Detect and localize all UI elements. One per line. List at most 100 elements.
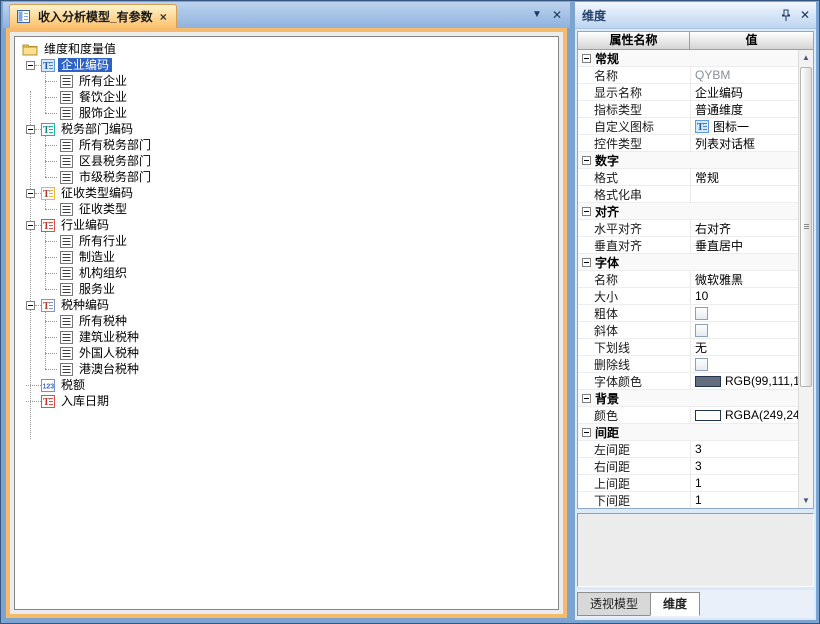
property-name[interactable]: 字体颜色 <box>594 373 690 390</box>
tree-item-label[interactable]: 所有企业 <box>76 74 130 88</box>
property-row[interactable]: 字体颜色 RGB(99,111,1... <box>578 373 798 390</box>
scroll-up-icon[interactable]: ▲ <box>799 50 813 65</box>
tree-item-14[interactable]: 机构组织 <box>15 265 558 281</box>
property-row[interactable]: 显示名称企业编码 <box>578 84 798 101</box>
property-name[interactable]: 指标类型 <box>594 101 690 118</box>
property-row[interactable]: 格式常规 <box>578 169 798 186</box>
color-swatch[interactable] <box>695 410 721 421</box>
property-name[interactable]: 名称 <box>594 67 690 84</box>
tree-item-label[interactable]: 区县税务部门 <box>76 154 154 168</box>
tree-item-4[interactable]: 服饰企业 <box>15 105 558 121</box>
property-name[interactable]: 水平对齐 <box>594 220 690 237</box>
tree-item-label[interactable]: 服饰企业 <box>76 106 130 120</box>
property-name[interactable]: 控件类型 <box>594 135 690 152</box>
tree-item-5[interactable]: T税务部门编码 <box>15 121 558 137</box>
property-row[interactable]: 下划线无 <box>578 339 798 356</box>
property-name[interactable]: 垂直对齐 <box>594 237 690 254</box>
property-group-row[interactable]: 字体 <box>578 254 798 271</box>
tree-item-8[interactable]: 市级税务部门 <box>15 169 558 185</box>
property-value[interactable]: 微软雅黑 <box>695 271 743 287</box>
tree-item-18[interactable]: 建筑业税种 <box>15 329 558 345</box>
tree-expander-icon[interactable] <box>26 189 35 198</box>
property-row[interactable]: 粗体 <box>578 305 798 322</box>
group-collapse-icon[interactable] <box>582 428 591 437</box>
group-collapse-icon[interactable] <box>582 54 591 63</box>
tree-item-10[interactable]: 征收类型 <box>15 201 558 217</box>
property-value[interactable]: RGB(99,111,1... <box>725 374 798 388</box>
tab-income-analysis-model[interactable]: 收入分析模型_有参数 × <box>9 4 177 28</box>
tab-list-dropdown-icon[interactable]: ▼ <box>532 10 542 20</box>
tabstrip-close-icon[interactable]: ✕ <box>552 9 562 21</box>
tree-item-6[interactable]: 所有税务部门 <box>15 137 558 153</box>
property-row[interactable]: 控件类型列表对话框 <box>578 135 798 152</box>
property-name[interactable]: 左间距 <box>594 441 690 458</box>
property-row[interactable]: 格式化串 <box>578 186 798 203</box>
property-row[interactable]: 大小10 <box>578 288 798 305</box>
tree-item-label[interactable]: 市级税务部门 <box>76 170 154 184</box>
property-row[interactable]: 斜体 <box>578 322 798 339</box>
property-name[interactable]: 颜色 <box>594 407 690 424</box>
scroll-down-icon[interactable]: ▼ <box>799 493 813 508</box>
tree-item-label[interactable]: 入库日期 <box>58 394 112 408</box>
tree-item-label[interactable]: 所有税种 <box>76 314 130 328</box>
tree-item-label[interactable]: 税额 <box>58 378 88 392</box>
tree-item-label[interactable]: 餐饮企业 <box>76 90 130 104</box>
tree-item-label[interactable]: 行业编码 <box>58 218 112 232</box>
property-group-row[interactable]: 数字 <box>578 152 798 169</box>
tree-item-label[interactable]: 所有税务部门 <box>76 138 154 152</box>
tab-close-icon[interactable]: × <box>160 10 167 24</box>
tree-item-label[interactable]: 征收类型编码 <box>58 186 136 200</box>
property-name[interactable]: 名称 <box>594 271 690 288</box>
property-row[interactable]: 名称QYBM <box>578 67 798 84</box>
tree-item-7[interactable]: 区县税务部门 <box>15 153 558 169</box>
tree-item-label[interactable]: 所有行业 <box>76 234 130 248</box>
tree-expander-icon[interactable] <box>26 61 35 70</box>
column-header-value[interactable]: 值 <box>690 32 813 49</box>
property-value[interactable]: 普通维度 <box>695 101 743 117</box>
tree-item-19[interactable]: 外国人税种 <box>15 345 558 361</box>
bottom-tab-inactive[interactable]: 透视模型 <box>577 592 651 616</box>
property-row[interactable]: 上间距1 <box>578 475 798 492</box>
property-name[interactable]: 上间距 <box>594 475 690 492</box>
tree-expander-icon[interactable] <box>26 301 35 310</box>
property-value[interactable]: RGBA(249,24... <box>725 408 798 422</box>
property-row[interactable]: 颜色 RGBA(249,24... <box>578 407 798 424</box>
property-value[interactable]: 企业编码 <box>695 84 743 100</box>
property-row[interactable]: 左间距3 <box>578 441 798 458</box>
tree-item-15[interactable]: 服务业 <box>15 281 558 297</box>
tree-expander-icon[interactable] <box>26 125 35 134</box>
tree-item-0[interactable]: 维度和度量值 <box>15 41 558 57</box>
property-row[interactable]: 垂直对齐垂直居中 <box>578 237 798 254</box>
tree-item-11[interactable]: T行业编码 <box>15 217 558 233</box>
property-row[interactable]: 名称微软雅黑 <box>578 271 798 288</box>
tree-item-16[interactable]: T税种编码 <box>15 297 558 313</box>
property-name[interactable]: 格式化串 <box>594 186 690 203</box>
column-header-property-name[interactable]: 属性名称 <box>578 32 690 49</box>
property-value[interactable]: 3 <box>695 459 702 473</box>
group-collapse-icon[interactable] <box>582 156 591 165</box>
property-value[interactable]: 无 <box>695 339 707 355</box>
tree-item-label[interactable]: 服务业 <box>76 282 118 296</box>
bottom-tab-active[interactable]: 维度 <box>650 592 700 616</box>
property-name[interactable]: 粗体 <box>594 305 690 322</box>
scrollbar-thumb[interactable] <box>800 67 812 387</box>
group-collapse-icon[interactable] <box>582 394 591 403</box>
property-value[interactable]: 图标一 <box>713 118 749 134</box>
tree-item-2[interactable]: 所有企业 <box>15 73 558 89</box>
property-name[interactable]: 显示名称 <box>594 84 690 101</box>
property-row[interactable]: 右间距3 <box>578 458 798 475</box>
panel-close-icon[interactable]: ✕ <box>800 9 810 21</box>
tree-item-1[interactable]: T企业编码 <box>15 57 558 73</box>
pin-icon[interactable] <box>781 9 791 22</box>
checkbox-unchecked-icon[interactable] <box>695 307 708 320</box>
tree-item-13[interactable]: 制造业 <box>15 249 558 265</box>
tree-item-label[interactable]: 港澳台税种 <box>76 362 142 376</box>
tree-expander-icon[interactable] <box>26 221 35 230</box>
property-group-row[interactable]: 对齐 <box>578 203 798 220</box>
tree-item-22[interactable]: T入库日期 <box>15 393 558 409</box>
property-row[interactable]: 自定义图标T图标一 <box>578 118 798 135</box>
property-value[interactable]: 列表对话框 <box>695 135 755 151</box>
property-name[interactable]: 删除线 <box>594 356 690 373</box>
property-group-row[interactable]: 背景 <box>578 390 798 407</box>
property-row[interactable]: 指标类型普通维度 <box>578 101 798 118</box>
